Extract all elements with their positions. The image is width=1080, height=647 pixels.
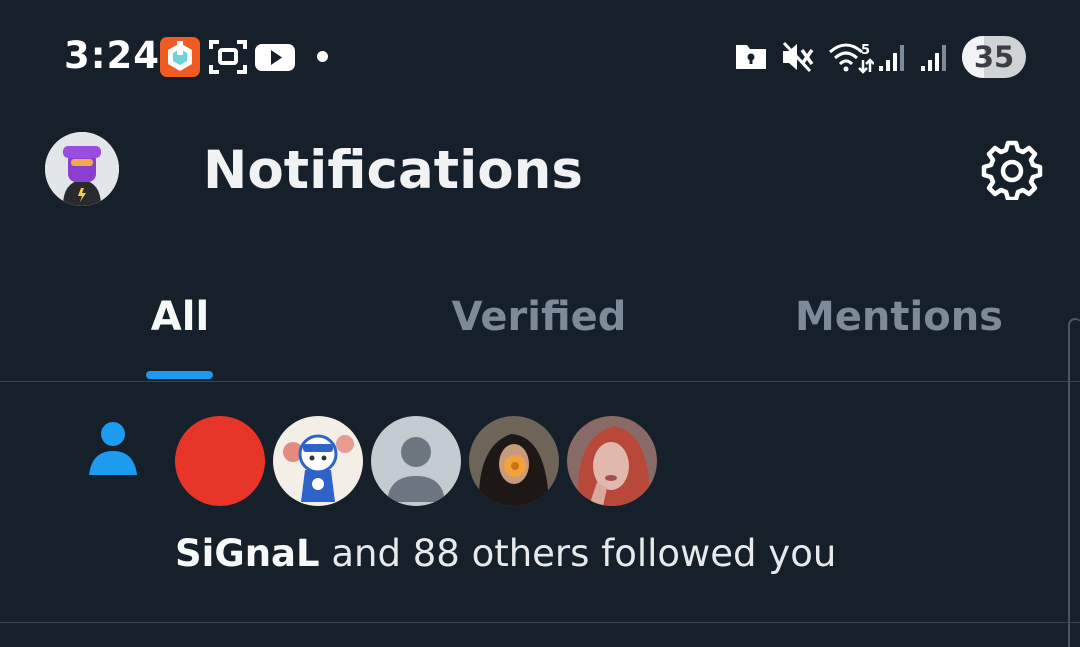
photo-avatar — [567, 416, 657, 506]
cartoon-avatar — [273, 416, 363, 506]
red-circle-avatar — [175, 416, 265, 506]
follower-avatar[interactable] — [175, 416, 265, 506]
battery-indicator: 35 — [962, 36, 1026, 78]
screen: 3:24 5 35 Notifications All Verified Men… — [0, 0, 1080, 647]
wifi-icon: 5 — [828, 40, 875, 78]
active-tab-indicator — [146, 371, 213, 379]
tab-mentions[interactable]: Mentions — [790, 294, 1008, 344]
wifi-badge: 5 — [861, 43, 870, 58]
settings-button[interactable] — [981, 138, 1043, 202]
person-icon — [88, 421, 138, 477]
tab-all[interactable]: All — [130, 294, 230, 344]
notification-message: and 88 others followed you — [319, 532, 837, 575]
screen-capture-icon — [208, 37, 248, 81]
battery-level: 35 — [973, 40, 1015, 74]
status-bar: 3:24 5 35 — [0, 0, 1080, 112]
scrollbar[interactable] — [1068, 318, 1080, 647]
notification-divider — [0, 622, 1080, 623]
follower-avatar[interactable] — [567, 416, 657, 506]
gear-icon — [981, 140, 1043, 202]
vibrate-mute-icon — [780, 40, 816, 78]
cell-signal-icon — [878, 42, 908, 76]
folder-lock-icon — [734, 41, 768, 75]
follower-avatar[interactable] — [469, 416, 559, 506]
photo-avatar — [469, 416, 559, 506]
cell-signal-icon — [920, 42, 950, 76]
tab-verified[interactable]: Verified — [440, 294, 638, 344]
hotspot-app-icon — [160, 37, 200, 81]
page-title: Notifications — [203, 140, 583, 201]
default-avatar — [371, 416, 461, 506]
youtube-icon — [254, 37, 296, 81]
follower-avatar[interactable] — [371, 416, 461, 506]
follower-avatar[interactable] — [273, 416, 363, 506]
follower-name[interactable]: SiGnaL — [175, 532, 320, 575]
notification-dot — [317, 51, 328, 62]
tabs-divider — [0, 381, 1080, 382]
status-clock: 3:24 — [64, 34, 161, 77]
profile-avatar[interactable] — [45, 132, 119, 206]
notification-text: SiGnaL and 88 others followed you — [175, 532, 836, 575]
